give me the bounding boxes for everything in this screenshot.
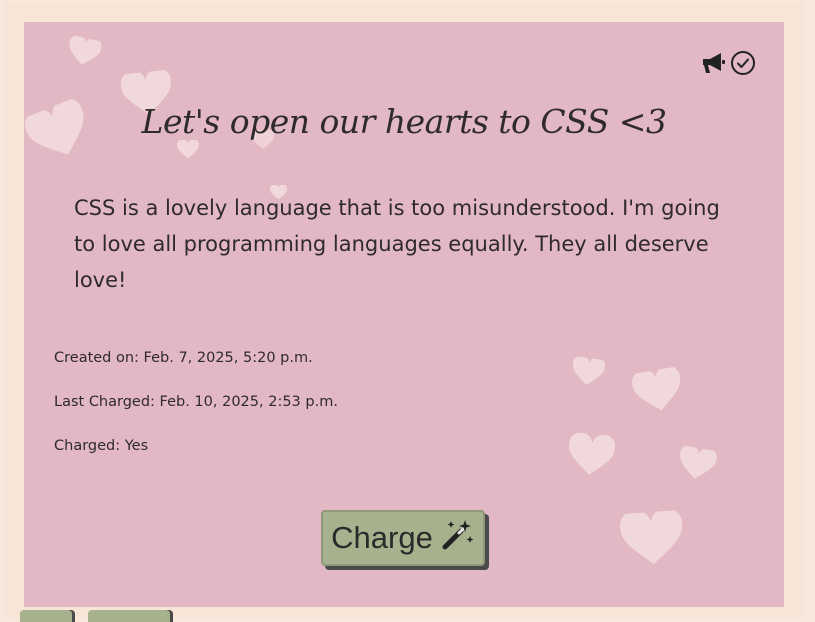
charge-button[interactable]: Charge — [321, 510, 485, 566]
heart-decoration-icon — [630, 365, 687, 416]
bottom-tab-button[interactable] — [20, 610, 72, 622]
post-title: Let's open our hearts to CSS <3 — [141, 102, 667, 141]
bottom-tab-button[interactable] — [88, 610, 170, 622]
heart-decoration-icon — [618, 509, 686, 568]
post-status-icons — [701, 50, 756, 80]
charge-button-label: Charge — [331, 520, 433, 555]
post-body: CSS is a lovely language that is too mis… — [74, 196, 720, 292]
heart-decoration-icon — [566, 432, 616, 481]
heart-decoration-icon — [676, 444, 719, 483]
created-on-text: Created on: Feb. 7, 2025, 5:20 p.m. — [54, 350, 313, 366]
check-circle-icon[interactable] — [730, 50, 756, 80]
heart-decoration-icon — [65, 34, 102, 69]
last-charged-text: Last Charged: Feb. 10, 2025, 2:53 p.m. — [54, 394, 338, 410]
megaphone-icon[interactable] — [701, 51, 727, 79]
post-card: Let's open our hearts to CSS <3 CSS is a… — [24, 22, 784, 607]
magic-wand-icon — [441, 517, 475, 559]
charged-status-text: Charged: Yes — [54, 438, 149, 454]
heart-decoration-icon — [570, 355, 606, 388]
heart-decoration-icon — [177, 140, 199, 159]
